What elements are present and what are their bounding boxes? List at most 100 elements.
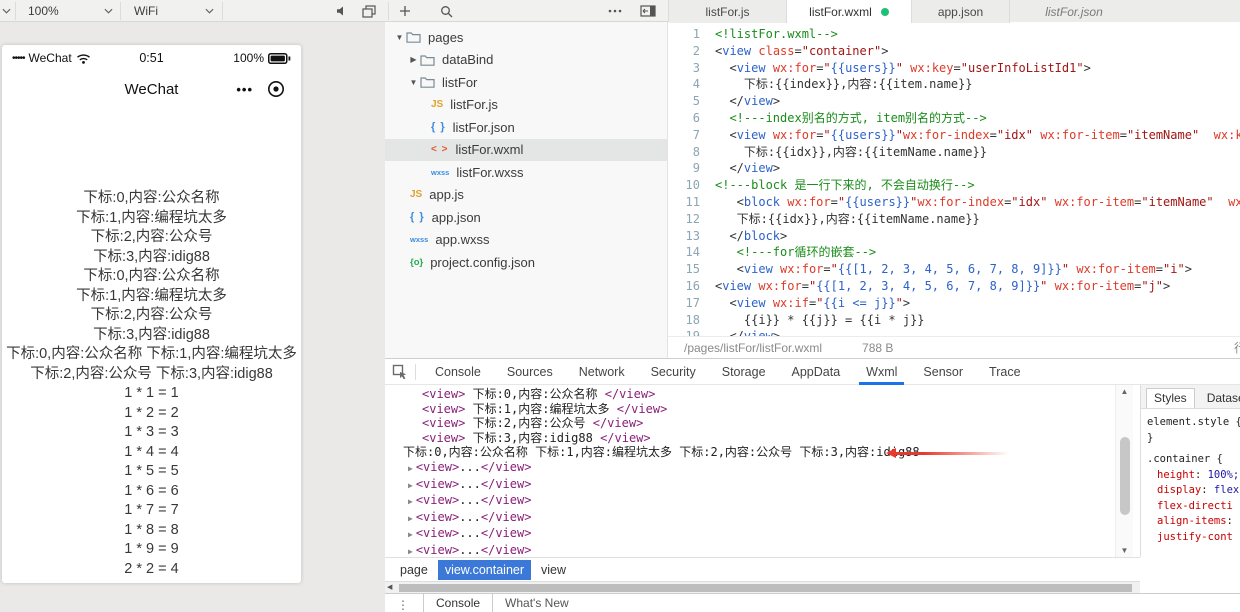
devtools-tab-sensor[interactable]: Sensor bbox=[910, 359, 976, 385]
zoom-level-dropdown[interactable]: 100% bbox=[28, 0, 113, 22]
wxml-collapsed-node[interactable]: ▶<view>...</view> bbox=[385, 526, 1115, 543]
file-tree-item-pages[interactable]: ▼pages bbox=[385, 26, 667, 49]
drawer-handle-icon[interactable]: ⋮ bbox=[397, 598, 409, 612]
css-property-name: justify-cont bbox=[1157, 531, 1233, 543]
file-tree-item-listFor.js[interactable]: JSlistFor.js bbox=[385, 94, 667, 117]
editor-tab-listFor.json[interactable]: listFor.json bbox=[1010, 0, 1138, 23]
devtools-tab-wxml[interactable]: Wxml bbox=[853, 359, 910, 385]
add-icon[interactable] bbox=[399, 0, 411, 22]
file-name: app.json bbox=[432, 210, 481, 225]
expand-arrow-icon[interactable]: ▶ bbox=[408, 497, 413, 506]
line-number: 18 bbox=[668, 312, 700, 329]
toolbar-divider bbox=[15, 2, 16, 20]
simulator-text-line: 下标:2,内容:公众号 bbox=[2, 228, 301, 248]
expand-arrow-icon[interactable]: ▶ bbox=[408, 530, 413, 539]
styles-panel-tab-styles[interactable]: Styles bbox=[1146, 388, 1195, 408]
devtools-tab-console[interactable]: Console bbox=[422, 359, 494, 385]
breadcrumb-item-view[interactable]: view bbox=[534, 560, 573, 580]
file-name: dataBind bbox=[442, 52, 493, 67]
zoom-level-value: 100% bbox=[28, 4, 59, 18]
file-tree-item-app.js[interactable]: JSapp.js bbox=[385, 184, 667, 207]
scroll-up-arrow[interactable]: ▲ bbox=[1116, 387, 1133, 396]
file-tree-item-project.config.json[interactable]: {o}project.config.json bbox=[385, 251, 667, 274]
open-tag: <view> bbox=[422, 387, 465, 401]
windows-layout-icon[interactable] bbox=[362, 0, 376, 22]
file-tree-item-listFor.wxml[interactable]: < >listFor.wxml bbox=[385, 139, 667, 162]
capsule-record-button[interactable] bbox=[267, 80, 285, 98]
wxml-collapsed-node[interactable]: ▶<view>...</view> bbox=[385, 460, 1115, 477]
css-colon: : bbox=[1195, 469, 1208, 481]
wxml-node[interactable]: <view> 下标:0,内容:公众名称 </view> bbox=[385, 387, 1115, 402]
wxml-collapsed-node[interactable]: ▶<view>...</view> bbox=[385, 493, 1115, 510]
search-icon[interactable] bbox=[440, 0, 453, 22]
wxml-collapsed-node[interactable]: ▶<view>...</view> bbox=[385, 543, 1115, 557]
drawer-tab-what-s-new[interactable]: What's New bbox=[493, 593, 581, 612]
scrollbar-thumb[interactable] bbox=[399, 584, 1132, 592]
node-text: 下标:2,内容:公众号 bbox=[465, 416, 592, 430]
breadcrumb-item-view.container[interactable]: view.container bbox=[438, 560, 531, 580]
expand-arrow-icon[interactable]: ▶ bbox=[408, 481, 413, 490]
wxml-collapsed-node[interactable]: ▶<view>...</view> bbox=[385, 477, 1115, 494]
css-property-line: align-items: bbox=[1147, 514, 1240, 530]
file-path-label: /pages/listFor/listFor.wxml bbox=[684, 341, 822, 355]
toolbar-divider bbox=[120, 2, 121, 20]
close-tag: </view> bbox=[481, 477, 532, 491]
json-file-icon: { } bbox=[410, 211, 425, 223]
file-tree-item-listFor.json[interactable]: { }listFor.json bbox=[385, 116, 667, 139]
wxml-node[interactable]: <view> 下标:3,内容:idig88 </view> bbox=[385, 431, 1115, 446]
devtools-tab-appdata[interactable]: AppData bbox=[779, 359, 854, 385]
file-tree-item-dataBind[interactable]: ▶dataBind bbox=[385, 49, 667, 72]
editor-tab-listFor.wxml[interactable]: listFor.wxml bbox=[787, 0, 912, 23]
file-tree-item-app.wxss[interactable]: wxssapp.wxss bbox=[385, 229, 667, 252]
expand-arrow-icon[interactable]: ▶ bbox=[408, 547, 413, 556]
horizontal-scrollbar[interactable]: ◀ bbox=[385, 581, 1140, 593]
open-tag: <view> bbox=[416, 493, 459, 507]
simulator-text-line: 1 * 8 = 8 bbox=[2, 521, 301, 541]
scrollbar-thumb[interactable] bbox=[1120, 437, 1130, 515]
editor-tab-app.json[interactable]: app.json bbox=[912, 0, 1010, 23]
capsule-menu-button[interactable]: ••• bbox=[236, 82, 253, 97]
node-text: 下标:1,内容:编程坑太多 bbox=[465, 402, 616, 416]
wxml-node[interactable]: <view> 下标:1,内容:编程坑太多 </view> bbox=[385, 402, 1115, 417]
wxml-collapsed-node[interactable]: ▶<view>...</view> bbox=[385, 510, 1115, 527]
collapse-panel-icon[interactable] bbox=[640, 0, 656, 22]
debugger-panel: ConsoleSourcesNetworkSecurityStorageAppD… bbox=[385, 358, 1240, 612]
speaker-icon[interactable] bbox=[336, 0, 348, 22]
styles-tab-bar: Styles Dataset bbox=[1141, 385, 1240, 409]
file-tree-item-listFor.wxss[interactable]: wxsslistFor.wxss bbox=[385, 161, 667, 184]
network-type-dropdown[interactable]: WiFi bbox=[134, 0, 214, 22]
devtools-tab-trace[interactable]: Trace bbox=[976, 359, 1034, 385]
css-selector: .container { bbox=[1147, 452, 1240, 468]
file-tree-item-listFor[interactable]: ▼listFor bbox=[385, 71, 667, 94]
expand-arrow-icon[interactable]: ▶ bbox=[408, 514, 413, 523]
devtools-tab-sources[interactable]: Sources bbox=[494, 359, 566, 385]
devtools-tab-storage[interactable]: Storage bbox=[709, 359, 779, 385]
devtools-tab-network[interactable]: Network bbox=[566, 359, 638, 385]
chevron-down-icon[interactable] bbox=[2, 0, 11, 22]
wxml-node[interactable]: <view> 下标:2,内容:公众号 </view> bbox=[385, 416, 1115, 431]
devtools-tab-security[interactable]: Security bbox=[638, 359, 709, 385]
code-text: <view wx:for="{{[1, 2, 3, 4, 5, 6, 7, 8,… bbox=[715, 261, 1192, 278]
more-options-icon[interactable] bbox=[608, 0, 622, 22]
editor-tab-listFor.js[interactable]: listFor.js bbox=[669, 0, 787, 23]
console-drawer: ⋮ ConsoleWhat's New bbox=[385, 593, 1240, 612]
file-tree-item-app.json[interactable]: { } app.json bbox=[385, 206, 667, 229]
inspect-element-icon[interactable] bbox=[385, 364, 415, 380]
drawer-tab-console[interactable]: Console bbox=[423, 593, 493, 612]
node-text: 下标:0,内容:公众名称 bbox=[465, 387, 604, 401]
scroll-left-arrow[interactable]: ◀ bbox=[387, 583, 392, 591]
chevron-down-icon bbox=[205, 8, 214, 14]
clipped-status-label: 行 bbox=[1234, 339, 1240, 356]
toolbar-divider bbox=[222, 2, 223, 20]
line-number: 11 bbox=[668, 194, 700, 211]
scroll-down-arrow[interactable]: ▼ bbox=[1116, 546, 1133, 555]
simulator-text-line: 下标:0,内容:公众名称 bbox=[2, 189, 301, 209]
vertical-scrollbar[interactable]: ▲ ▼ bbox=[1115, 385, 1133, 557]
expand-arrow-icon[interactable]: ▶ bbox=[408, 464, 413, 473]
simulator-text-line: 下标:0,内容:公众名称 下标:1,内容:编程坑太多 下标:2,内容:公众号 下… bbox=[2, 345, 301, 384]
code-editor[interactable]: 1<!listFor.wxml-->2<view class="containe… bbox=[668, 22, 1240, 336]
breadcrumb-item-page[interactable]: page bbox=[393, 560, 435, 580]
file-name: app.wxss bbox=[435, 232, 489, 247]
code-line: 6 <!---index别名的方式, item别名的方式--> bbox=[668, 110, 1240, 127]
styles-panel-tab-dataset[interactable]: Dataset bbox=[1200, 389, 1240, 408]
